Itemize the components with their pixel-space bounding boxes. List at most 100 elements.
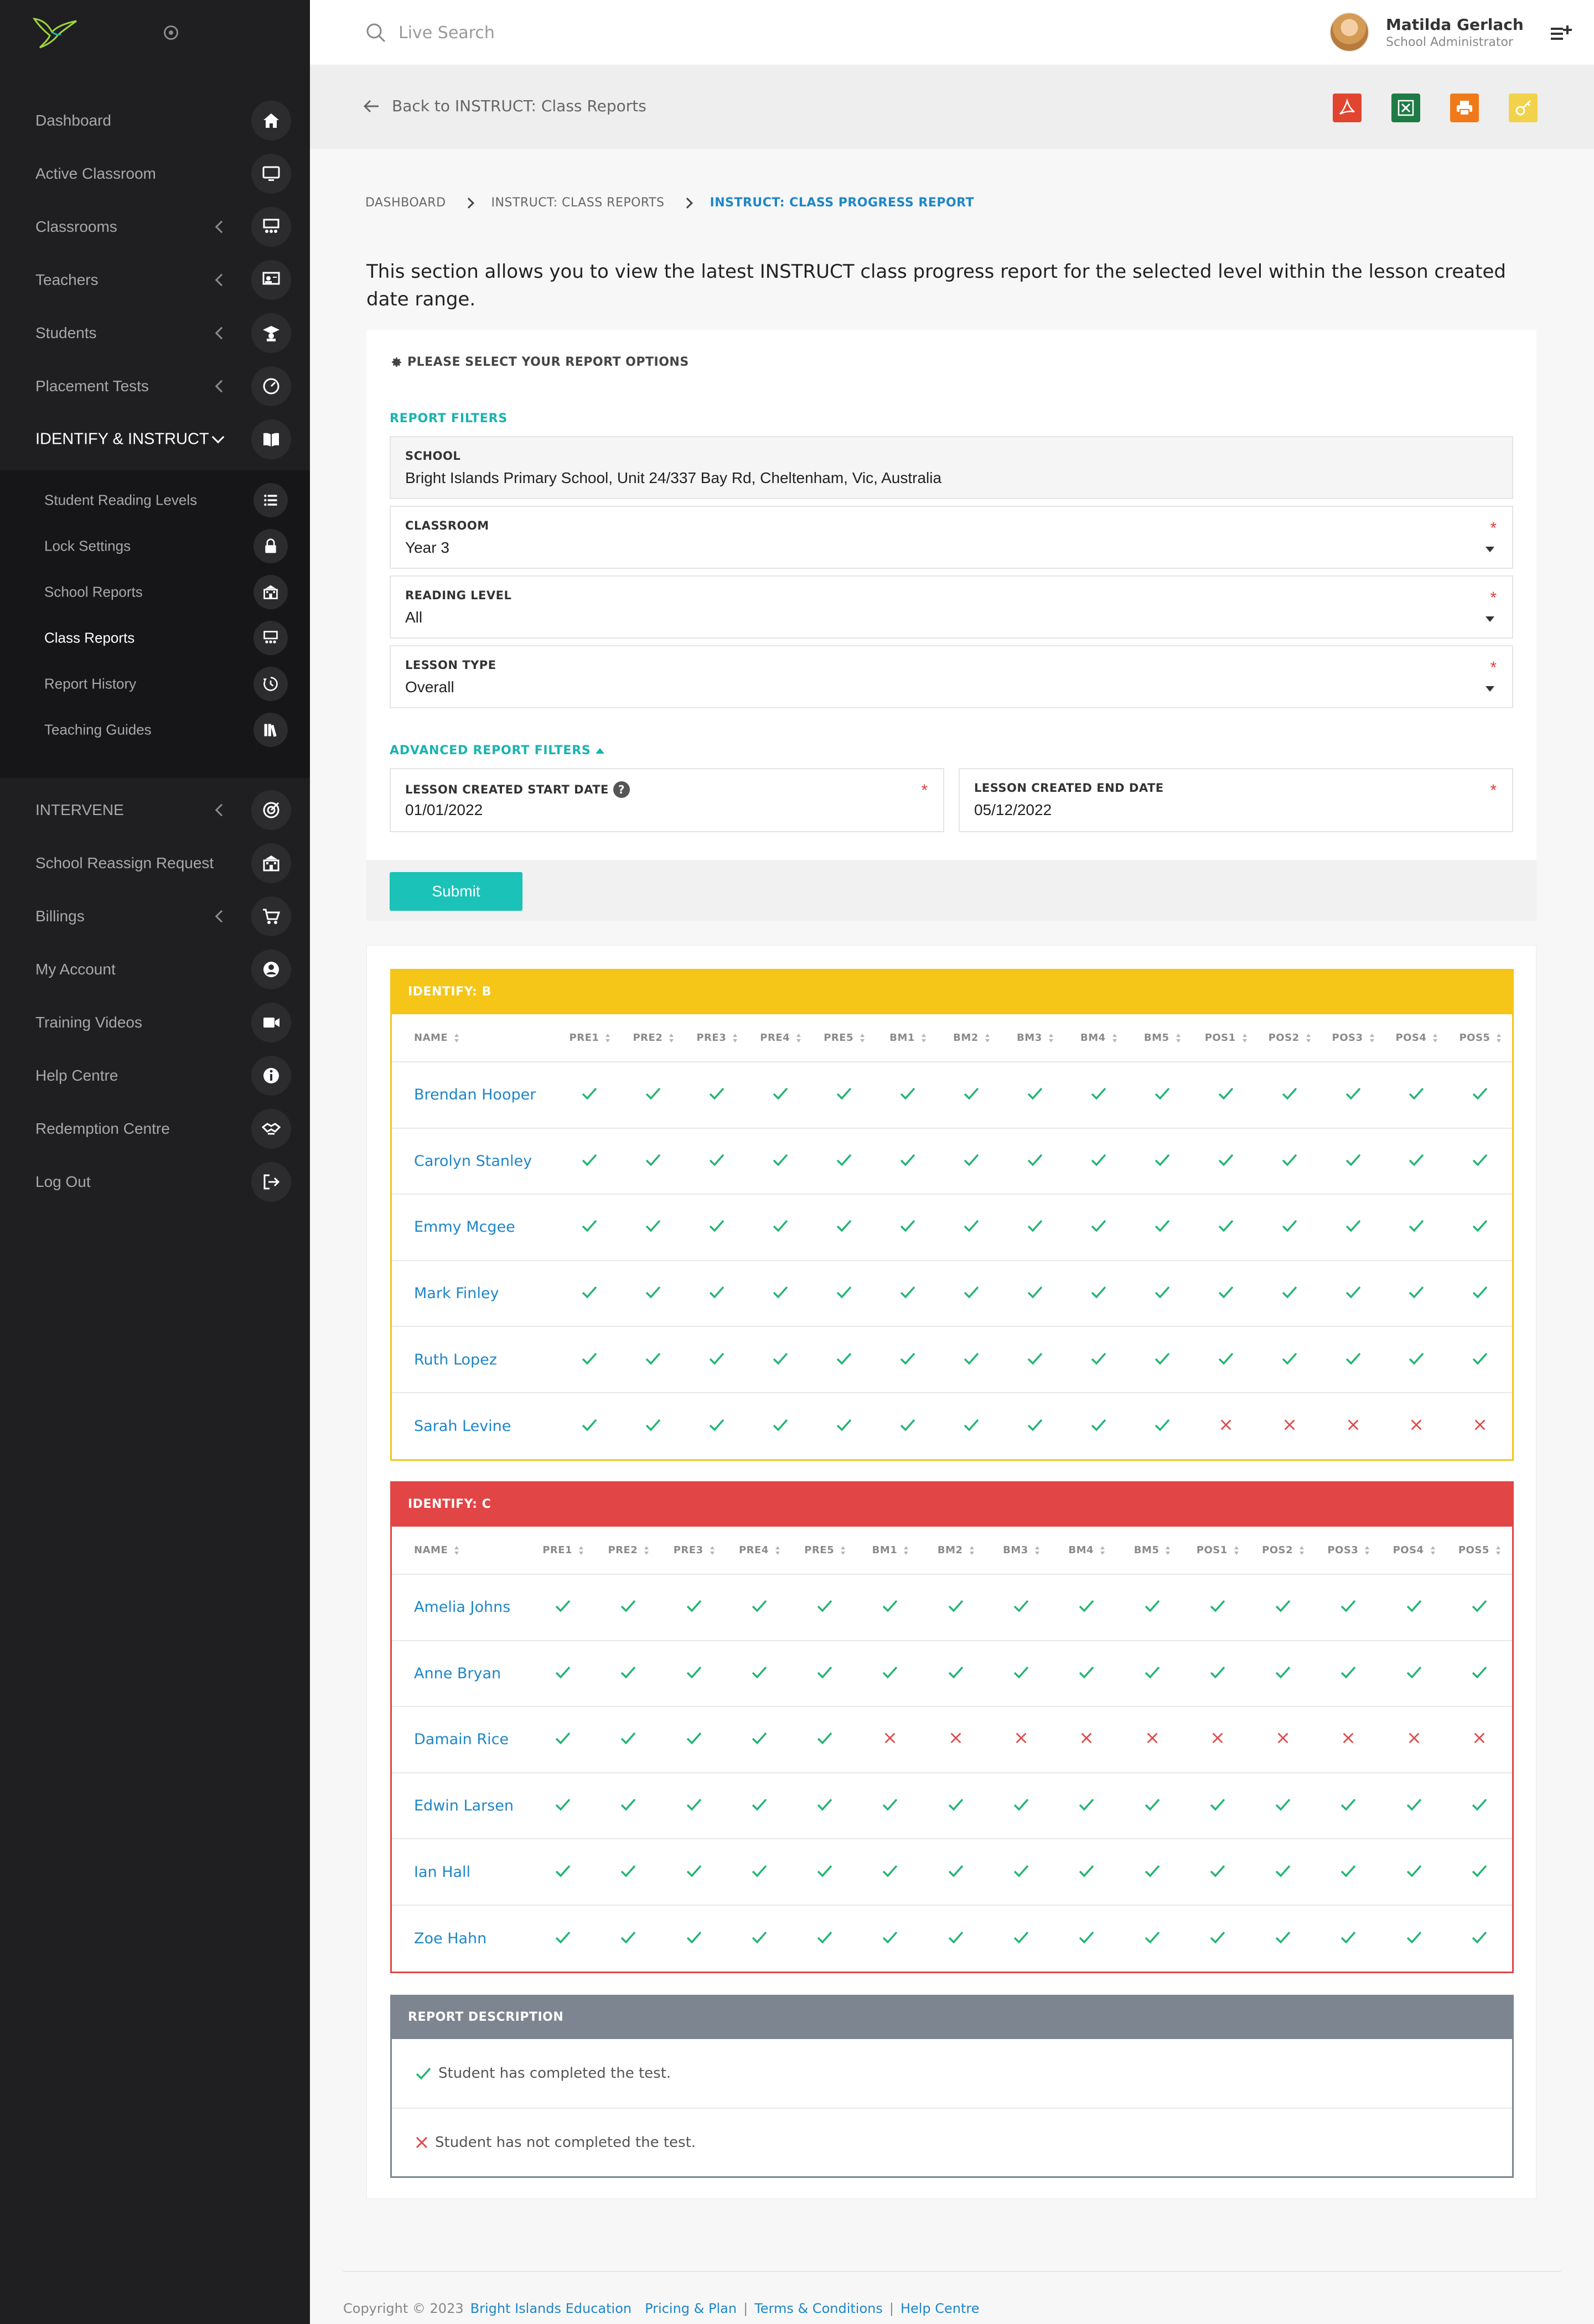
student-name-link[interactable]: Brendan Hooper — [392, 1062, 558, 1129]
column-header-bm3[interactable]: BM3 — [1003, 1014, 1067, 1062]
column-header-bm2[interactable]: BM2 — [923, 1527, 989, 1575]
column-header-pre2[interactable]: PRE2 — [621, 1014, 685, 1062]
student-name-link[interactable]: Damain Rice — [392, 1706, 530, 1773]
excel-export-button[interactable] — [1391, 94, 1420, 122]
status-cell — [749, 1393, 812, 1459]
help-icon[interactable]: ? — [613, 781, 630, 798]
hummingbird-logo-icon[interactable] — [32, 15, 79, 50]
column-header-bm1[interactable]: BM1 — [857, 1527, 923, 1575]
footer-pricing-link[interactable]: Pricing & Plan — [645, 2301, 737, 2316]
sidebar-item-billings[interactable]: Billings — [0, 890, 310, 943]
column-header-bm1[interactable]: BM1 — [876, 1014, 940, 1062]
column-header-bm3[interactable]: BM3 — [988, 1527, 1054, 1575]
column-header-pos5[interactable]: POS5 — [1446, 1527, 1512, 1575]
column-header-pos3[interactable]: POS3 — [1321, 1014, 1385, 1062]
student-name-link[interactable]: Zoe Hahn — [392, 1905, 530, 1972]
column-header-bm2[interactable]: BM2 — [939, 1014, 1003, 1062]
user-name[interactable]: Matilda Gerlach — [1386, 15, 1524, 34]
column-header-pos4[interactable]: POS4 — [1384, 1014, 1448, 1062]
column-header-pre3[interactable]: PRE3 — [661, 1527, 727, 1575]
cross-icon — [1016, 1733, 1027, 1744]
student-name-link[interactable]: Edwin Larsen — [392, 1772, 530, 1840]
pdf-export-button[interactable] — [1333, 94, 1362, 122]
student-name-link[interactable]: Sarah Levine — [392, 1393, 558, 1459]
end-date-input[interactable]: LESSON CREATED END DATE 05/12/2022 * — [959, 768, 1513, 832]
column-header-pos5[interactable]: POS5 — [1448, 1014, 1512, 1062]
sidebar-item-identify-instruct[interactable]: IDENTIFY & INSTRUCT — [0, 413, 310, 466]
column-header-pos3[interactable]: POS3 — [1316, 1527, 1381, 1575]
column-header-bm5[interactable]: BM5 — [1119, 1527, 1185, 1575]
live-search-input[interactable] — [398, 18, 731, 48]
student-name-link[interactable]: Amelia Johns — [392, 1574, 530, 1641]
sidebar-item-classrooms[interactable]: Classrooms — [0, 200, 310, 253]
key-button[interactable] — [1509, 94, 1538, 122]
sidebar-header — [0, 0, 310, 65]
submenu-item-school-reports[interactable]: School Reports — [0, 569, 310, 615]
sidebar-item-my-account[interactable]: My Account — [0, 943, 310, 996]
student-name-link[interactable]: Anne Bryan — [392, 1640, 530, 1708]
column-header-name[interactable]: NAME — [392, 1014, 558, 1062]
sidebar-item-help-centre[interactable]: Help Centre — [0, 1049, 310, 1102]
sidebar-item-intervene[interactable]: INTERVENE — [0, 784, 310, 837]
column-header-bm4[interactable]: BM4 — [1067, 1014, 1131, 1062]
submit-button[interactable]: Submit — [390, 872, 522, 911]
sidebar-item-placement-tests[interactable]: Placement Tests — [0, 360, 310, 413]
column-header-name[interactable]: NAME — [392, 1527, 530, 1575]
submenu-item-lock-settings[interactable]: Lock Settings — [0, 523, 310, 569]
lesson-type-select[interactable]: LESSON TYPE Overall * — [390, 645, 1513, 708]
footer-brand-link[interactable]: Bright Islands Education — [470, 2301, 632, 2316]
sidebar-item-redemption-centre[interactable]: Redemption Centre — [0, 1102, 310, 1155]
column-header-pre1[interactable]: PRE1 — [530, 1527, 596, 1575]
sidebar-item-active-classroom[interactable]: Active Classroom — [0, 147, 310, 200]
column-header-pre5[interactable]: PRE5 — [792, 1527, 858, 1575]
sidebar-item-training-videos[interactable]: Training Videos — [0, 996, 310, 1049]
column-header-pos2[interactable]: POS2 — [1257, 1014, 1322, 1062]
column-header-bm4[interactable]: BM4 — [1054, 1527, 1120, 1575]
advanced-filters-toggle[interactable]: ADVANCED REPORT FILTERS — [390, 744, 604, 758]
column-header-bm5[interactable]: BM5 — [1130, 1014, 1194, 1062]
search-icon[interactable] — [365, 22, 386, 43]
column-header-pre1[interactable]: PRE1 — [558, 1014, 622, 1062]
sidebar-item-teachers[interactable]: Teachers — [0, 253, 310, 307]
print-button[interactable] — [1450, 94, 1479, 122]
user-avatar[interactable] — [1329, 12, 1369, 52]
check-icon — [752, 1798, 767, 1811]
submenu-item-report-history[interactable]: Report History — [0, 661, 310, 707]
sidebar-collapse-toggle[interactable] — [164, 25, 178, 40]
start-date-input[interactable]: LESSON CREATED START DATE ? 01/01/2022 * — [390, 768, 944, 832]
sidebar-item-students[interactable]: Students — [0, 307, 310, 360]
student-name-link[interactable]: Ruth Lopez — [392, 1326, 558, 1393]
sort-icon — [1300, 1546, 1305, 1555]
column-header-pre5[interactable]: PRE5 — [812, 1014, 876, 1062]
add-menu-icon[interactable] — [1550, 22, 1572, 44]
column-header-pre3[interactable]: PRE3 — [685, 1014, 749, 1062]
breadcrumb-dashboard[interactable]: DASHBOARD — [365, 196, 446, 210]
classroom-select[interactable]: CLASSROOM Year 3 * — [390, 506, 1513, 569]
column-header-pre4[interactable]: PRE4 — [748, 1014, 812, 1062]
sidebar-item-dashboard[interactable]: Dashboard — [0, 94, 310, 147]
reading-level-select[interactable]: READING LEVEL All * — [390, 575, 1513, 639]
sidebar-item-log-out[interactable]: Log Out — [0, 1155, 310, 1208]
submenu-item-label: Student Reading Levels — [44, 491, 198, 508]
submenu-item-class-reports[interactable]: Class Reports — [0, 615, 310, 661]
footer-terms-link[interactable]: Terms & Conditions — [754, 2301, 883, 2316]
breadcrumb-class-reports[interactable]: INSTRUCT: CLASS REPORTS — [491, 196, 665, 210]
submenu-item-teaching-guides[interactable]: Teaching Guides — [0, 707, 310, 753]
column-header-pos2[interactable]: POS2 — [1250, 1527, 1316, 1575]
column-header-pre2[interactable]: PRE2 — [596, 1527, 661, 1575]
sidebar-item-label: Classrooms — [35, 218, 117, 235]
footer-help-link[interactable]: Help Centre — [900, 2301, 980, 2316]
student-name-link[interactable]: Mark Finley — [392, 1260, 558, 1327]
student-name-link[interactable]: Ian Hall — [392, 1839, 530, 1906]
column-header-pos1[interactable]: POS1 — [1184, 1527, 1250, 1575]
column-header-pos1[interactable]: POS1 — [1194, 1014, 1258, 1062]
submenu-item-student-reading-levels[interactable]: Student Reading Levels — [0, 477, 310, 523]
back-link[interactable]: Back to INSTRUCT: Class Reports — [363, 97, 646, 115]
column-header-pre4[interactable]: PRE4 — [726, 1527, 793, 1575]
column-header-pos4[interactable]: POS4 — [1381, 1527, 1447, 1575]
sidebar-item-school-reassign-request[interactable]: School Reassign Request — [0, 837, 310, 890]
sort-icon — [1034, 1546, 1039, 1555]
student-name-link[interactable]: Carolyn Stanley — [392, 1128, 558, 1195]
check-icon — [1218, 1154, 1233, 1166]
student-name-link[interactable]: Emmy Mcgee — [392, 1194, 558, 1261]
